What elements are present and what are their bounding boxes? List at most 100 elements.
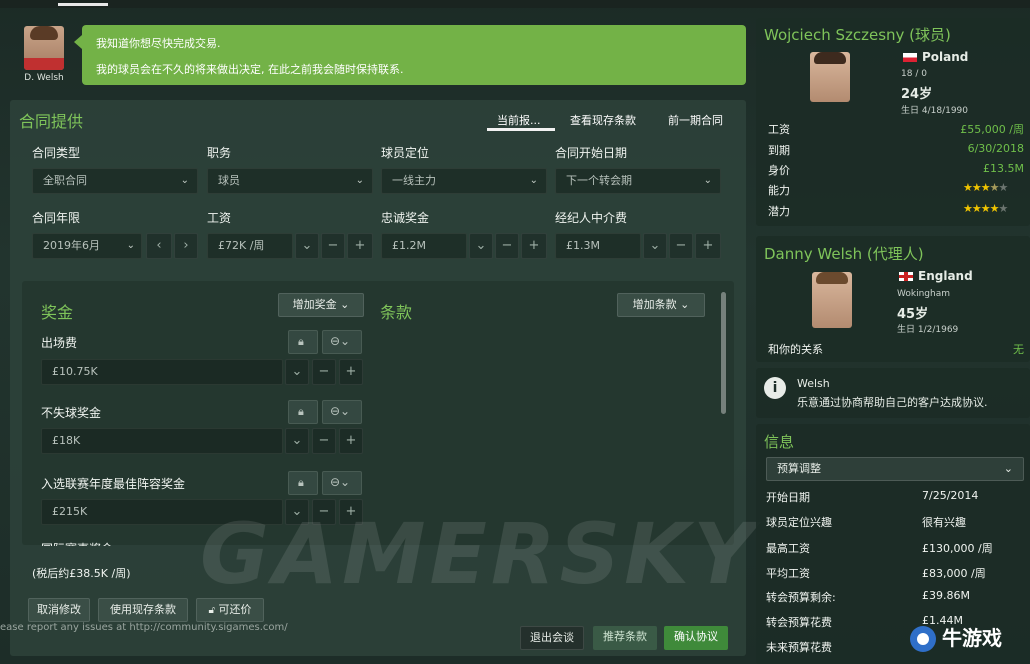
report-text: ease report any issues at http://communi… (0, 622, 288, 633)
player-age: 24岁 (901, 87, 933, 102)
loyalty-decrease-button[interactable]: − (495, 233, 519, 259)
contract-type-value: 全职合同 (43, 174, 87, 187)
poland-flag-icon (903, 53, 917, 62)
contract-expiry-value: 6/30/2018 (967, 142, 1024, 155)
lock-button[interactable]: 🔒︎ (288, 330, 318, 354)
confirm-agreement-button[interactable]: 确认协议 (664, 626, 728, 650)
start-date-select[interactable]: 下一个转会期 ⌄ (555, 168, 721, 194)
contract-type-label: 合同类型 (32, 146, 81, 160)
add-clause-button[interactable]: 增加条款 ⌄ (617, 293, 705, 317)
chevron-down-icon: ⌄ (703, 175, 712, 186)
agent-fee-decrease-button[interactable]: − (669, 233, 693, 259)
loyalty-dropdown-button[interactable]: ⌄ (469, 233, 493, 259)
agent-fee-increase-button[interactable]: + (695, 233, 721, 259)
contract-length-select[interactable]: 2019年6月 ⌄ (32, 233, 142, 259)
remove-bonus-button[interactable]: ⊖⌄ (322, 471, 362, 495)
tab-underline (487, 128, 555, 131)
info-label: 未来预算花费 (766, 641, 832, 654)
note-text: 乐意通过协商帮助自己的客户达成协议. (797, 396, 988, 409)
clauses-title: 条款 (380, 303, 413, 322)
budget-dropdown-value: 预算调整 (777, 462, 821, 475)
info-value: £39.86M (922, 589, 970, 602)
next-button[interactable]: › (174, 233, 198, 259)
info-value: 7/25/2014 (922, 489, 979, 502)
team-of-year-bonus-value: £215K (52, 505, 88, 518)
wage-increase-button[interactable]: + (347, 233, 373, 259)
agent-fee-dropdown-button[interactable]: ⌄ (643, 233, 667, 259)
logo-text: 牛游戏 (942, 626, 1002, 650)
tab-current-offer[interactable]: 当前报... (497, 112, 541, 128)
appearance-fee-input[interactable]: £10.75K (41, 359, 283, 385)
loyalty-increase-button[interactable]: + (521, 233, 547, 259)
cancel-changes-button[interactable]: 取消修改 (28, 598, 90, 622)
exit-talks-button[interactable]: 退出会谈 (520, 626, 584, 650)
clean-sheet-increase-button[interactable]: + (339, 428, 363, 454)
wage-decrease-button[interactable]: − (321, 233, 345, 259)
chevron-down-icon: ⌄ (355, 175, 364, 186)
wage-label: 工资 (207, 211, 232, 225)
squad-status-label: 球员定位 (381, 146, 430, 160)
agent-panel-name[interactable]: Danny Welsh (代理人) (764, 243, 924, 264)
budget-dropdown[interactable]: 预算调整 ⌄ (766, 457, 1024, 481)
international-bonus-label: 国际赛事奖金 (41, 540, 113, 546)
info-icon: i (764, 377, 786, 399)
previous-button[interactable]: ‹ (146, 233, 172, 259)
player-wage-value: £55,000 /周 (960, 123, 1024, 136)
squad-status-value: 一线主力 (392, 174, 436, 187)
agent-fee-label: 经纪人中介费 (555, 211, 628, 225)
agent-avatar[interactable] (24, 26, 64, 70)
lock-button[interactable]: 🔒︎ (288, 471, 318, 495)
squad-status-select[interactable]: 一线主力 ⌄ (381, 168, 547, 194)
lock-icon: 🔓︎ (208, 605, 215, 616)
minus-circle-icon: ⊖⌄ (330, 334, 351, 348)
top-bar (0, 0, 1030, 8)
info-label: 转会预算剩余: (766, 591, 836, 604)
loyalty-bonus-input[interactable]: £1.2M (381, 233, 467, 259)
potential-label: 潜力 (768, 205, 790, 218)
scrollbar[interactable] (721, 292, 726, 414)
minus-circle-icon: ⊖⌄ (330, 404, 351, 418)
remove-bonus-button[interactable]: ⊖⌄ (322, 400, 362, 424)
note-title: Welsh (797, 377, 830, 390)
info-label: 开始日期 (766, 491, 810, 504)
loyalty-bonus-label: 忠诚奖金 (381, 211, 430, 225)
contract-expiry-label: 到期 (768, 144, 790, 157)
appearance-fee-label: 出场费 (41, 336, 78, 350)
clean-sheet-bonus-input[interactable]: £18K (41, 428, 283, 454)
use-existing-terms-button[interactable]: 使用现存条款 (98, 598, 188, 622)
contract-type-select[interactable]: 全职合同 ⌄ (32, 168, 198, 194)
note-panel (756, 368, 1030, 418)
lock-icon: 🔒︎ (298, 405, 304, 418)
potential-stars: ★★★★★ (963, 202, 1008, 215)
agent-fee-input[interactable]: £1.3M (555, 233, 641, 259)
role-value: 球员 (218, 174, 240, 187)
lock-button[interactable]: 🔒︎ (288, 400, 318, 424)
wage-value: £72K /周 (218, 239, 265, 252)
player-wage-label: 工资 (768, 123, 790, 136)
remove-bonus-button[interactable]: ⊖⌄ (322, 330, 362, 354)
active-tab-indicator (58, 3, 108, 6)
clean-sheet-dropdown-button[interactable]: ⌄ (285, 428, 309, 454)
appearance-decrease-button[interactable]: − (312, 359, 336, 385)
agent-name: D. Welsh (24, 73, 64, 83)
clean-sheet-bonus-label: 不失球奖金 (41, 406, 102, 420)
site-logo: 牛游戏 (906, 620, 1028, 664)
clean-sheet-bonus-value: £18K (52, 434, 81, 447)
appearance-increase-button[interactable]: + (339, 359, 363, 385)
wage-input[interactable]: £72K /周 (207, 233, 293, 259)
role-label: 职务 (207, 146, 232, 160)
tab-view-existing[interactable]: 查看现存条款 (570, 112, 636, 128)
appearance-dropdown-button[interactable]: ⌄ (285, 359, 309, 385)
tab-previous-contract[interactable]: 前一期合同 (668, 112, 723, 128)
role-select[interactable]: 球员 ⌄ (207, 168, 373, 194)
wage-dropdown-button[interactable]: ⌄ (295, 233, 319, 259)
add-bonus-button[interactable]: 增加奖金 ⌄ (278, 293, 364, 317)
player-name[interactable]: Wojciech Szczesny (球员) (764, 24, 951, 45)
clean-sheet-decrease-button[interactable]: − (312, 428, 336, 454)
appearance-fee-value: £10.75K (52, 365, 98, 378)
loyalty-bonus-value: £1.2M (392, 239, 426, 252)
suggest-terms-button[interactable]: 推荐条款 (593, 626, 657, 650)
chevron-down-icon: ⌄ (180, 175, 189, 186)
negotiable-label: 可还价 (218, 603, 252, 616)
player-caps: 18 / 0 (901, 69, 927, 79)
